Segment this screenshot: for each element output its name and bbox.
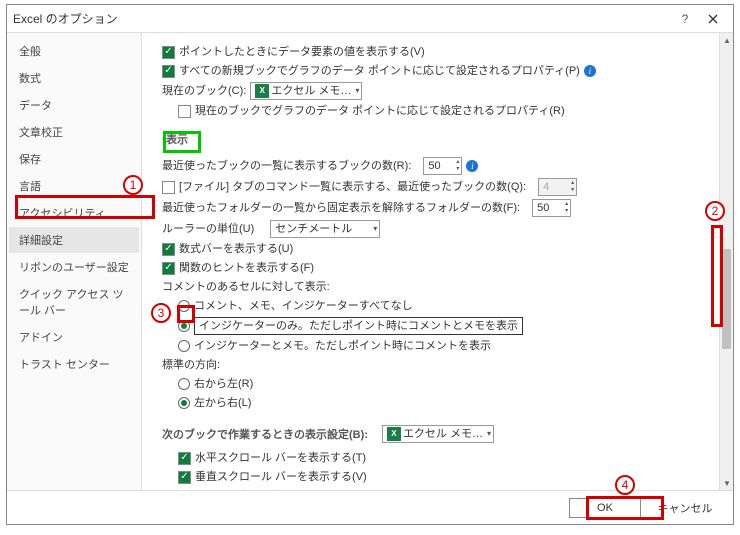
excel-icon: X [255,84,269,98]
checkbox-all-new-books-props[interactable] [162,65,175,78]
checkbox-hscroll[interactable] [178,452,191,465]
label-sheet-tabs: シート見出しを表示する(B) [195,488,331,490]
checkbox-point-value[interactable] [162,46,175,59]
label-all-new-books-props: すべての新規ブックでグラフのデータ ポイントに応じて設定されるプロパティ(P) [179,63,580,79]
next-book-value: エクセル メモ… [403,426,483,442]
label-recent-folders: 最近使ったフォルダーの一覧から固定表示を解除するフォルダーの数(F): [162,200,520,216]
sidebar-item-formulas[interactable]: 数式 [9,65,139,91]
label-comments-none: コメント、メモ、インジケーターすべてなし [194,298,413,314]
label-function-hints: 関数のヒントを表示する(F) [179,260,314,276]
scroll-down-button[interactable]: ▼ [720,476,733,490]
scroll-up-button[interactable]: ▲ [720,33,733,47]
sidebar-item-save[interactable]: 保存 [9,146,139,172]
recent-folders-value: 50 [533,200,563,216]
dialog-title: Excel のオプション [13,10,671,27]
label-recent-books: 最近使ったブックの一覧に表示するブックの数(R): [162,158,411,174]
label-point-value: ポイントしたときにデータ要素の値を表示する(V) [179,44,425,60]
label-ruler-units: ルーラーの単位(U) [162,221,254,237]
section-display: 表示 [162,128,192,150]
recent-books-spinner[interactable]: 50 ▴▾ [423,157,462,175]
cancel-button[interactable]: キャンセル [649,497,721,519]
close-icon [708,14,718,24]
sidebar-item-advanced[interactable]: 詳細設定 [9,227,139,253]
label-default-direction: 標準の方向: [162,357,220,373]
excel-icon: X [387,427,401,441]
current-book-value: エクセル メモ… [271,83,351,99]
checkbox-quick-access-recent[interactable] [162,181,175,194]
label-comments-indicator-memo: インジケーターとメモ。ただしポイント時にコメントを表示 [194,338,491,354]
label-rtl: 右から左(R) [194,376,253,392]
sidebar-item-language[interactable]: 言語 [9,173,139,199]
vertical-scrollbar[interactable]: ▲ ▼ [719,33,733,490]
label-current-book-props: 現在のブックでグラフのデータ ポイントに応じて設定されるプロパティ(R) [195,103,565,119]
radio-rtl[interactable] [178,378,190,390]
label-current-book: 現在のブック(C): [162,83,246,99]
info-icon[interactable]: i [466,160,478,172]
label-comments-indicator-only: インジケーターのみ。ただしポイント時にコメントとメモを表示 [194,317,523,335]
checkbox-function-hints[interactable] [162,262,175,275]
chevron-down-icon: ▾ [373,221,377,237]
current-book-dropdown[interactable]: X エクセル メモ… ▾ [250,82,362,100]
label-vscroll: 垂直スクロール バーを表示する(V) [195,469,367,485]
recent-books-value: 50 [424,158,454,174]
sidebar-item-proofing[interactable]: 文章校正 [9,119,139,145]
label-comments-display: コメントのあるセルに対して表示: [162,279,330,295]
content-scroll-area: ポイントしたときにデータ要素の値を表示する(V) すべての新規ブックでグラフのデ… [142,33,719,490]
dialog-body: 全般 数式 データ 文章校正 保存 言語 アクセシビリティ 詳細設定 リボンのユ… [7,33,733,490]
radio-ltr[interactable] [178,397,190,409]
checkbox-vscroll[interactable] [178,471,191,484]
options-dialog: Excel のオプション ? 全般 数式 データ 文章校正 保存 言語 アクセシ… [6,4,734,525]
quick-access-value: 4 [539,179,569,195]
label-formula-bar: 数式バーを表示する(U) [179,241,293,257]
ok-button[interactable]: OK [569,498,641,518]
checkbox-current-book-props[interactable] [178,105,191,118]
scrollbar-thumb[interactable] [722,249,731,349]
titlebar: Excel のオプション ? [7,5,733,33]
ruler-units-value: センチメートル [275,221,369,237]
sidebar-item-quick-access[interactable]: クイック アクセス ツール バー [9,281,139,323]
quick-access-spinner: 4 ▴▾ [538,178,577,196]
sidebar-item-addins[interactable]: アドイン [9,324,139,350]
dialog-footer: OK キャンセル [7,490,733,524]
label-ltr: 左から右(L) [194,395,251,411]
sidebar-item-accessibility[interactable]: アクセシビリティ [9,200,139,226]
help-button[interactable]: ? [671,7,699,31]
checkbox-formula-bar[interactable] [162,243,175,256]
label-hscroll: 水平スクロール バーを表示する(T) [195,450,366,466]
sidebar-item-trust-center[interactable]: トラスト センター [9,351,139,377]
radio-comments-indicator-only[interactable] [178,320,190,332]
radio-comments-indicator-memo[interactable] [178,340,190,352]
category-sidebar: 全般 数式 データ 文章校正 保存 言語 アクセシビリティ 詳細設定 リボンのユ… [7,33,142,490]
sidebar-item-general[interactable]: 全般 [9,38,139,64]
main-panel: ポイントしたときにデータ要素の値を表示する(V) すべての新規ブックでグラフのデ… [142,33,733,490]
label-quick-access-recent: [ファイル] タブのコマンド一覧に表示する、最近使ったブックの数(Q): [179,179,526,195]
sidebar-item-data[interactable]: データ [9,92,139,118]
next-book-dropdown[interactable]: X エクセル メモ… ▾ [382,425,494,443]
chevron-down-icon: ▾ [487,426,491,442]
sidebar-item-customize-ribbon[interactable]: リボンのユーザー設定 [9,254,139,280]
recent-folders-spinner[interactable]: 50 ▴▾ [532,199,571,217]
checkbox-sheet-tabs[interactable] [178,490,191,491]
close-button[interactable] [699,7,727,31]
section-display-next-book: 次のブックで作業するときの表示設定(B): [162,427,368,443]
radio-comments-none[interactable] [178,300,190,312]
chevron-down-icon: ▾ [355,83,359,99]
ruler-units-dropdown[interactable]: センチメートル ▾ [270,220,380,238]
info-icon[interactable]: i [584,65,596,77]
